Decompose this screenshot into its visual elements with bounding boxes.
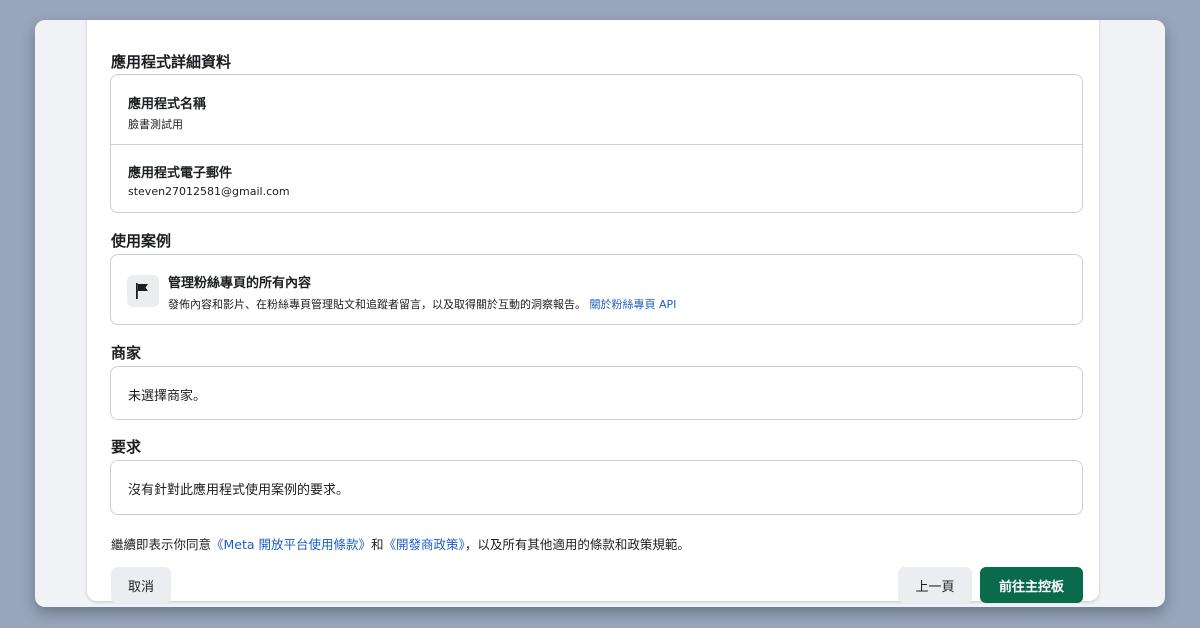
back-button[interactable]: 上一頁	[898, 567, 972, 603]
app-name-label: 應用程式名稱	[128, 97, 207, 112]
use-case-card: 管理粉絲專頁的所有內容 發佈內容和影片、在粉絲專頁管理貼文和追蹤者留言，以及取得…	[110, 254, 1083, 325]
app-name-value: 臉書測試用	[128, 118, 183, 131]
business-title: 商家	[111, 344, 142, 362]
review-panel: 應用程式詳細資料 應用程式名稱 臉書測試用 應用程式電子郵件 steven270…	[87, 20, 1099, 603]
developer-policies-link[interactable]: 《開發商政策》	[384, 537, 465, 552]
business-card: 未選擇商家。	[110, 366, 1083, 420]
platform-terms-link[interactable]: 《Meta 開放平台使用條款》	[211, 537, 371, 552]
use-cases-title: 使用案例	[111, 232, 172, 250]
cancel-button[interactable]: 取消	[111, 567, 171, 603]
use-case-description-text: 發佈內容和影片、在粉絲專頁管理貼文和追蹤者留言，以及取得關於互動的洞察報告。	[168, 298, 586, 311]
pages-api-link[interactable]: 關於粉絲專頁 API	[590, 298, 677, 311]
app-details-card: 應用程式名稱 臉書測試用 應用程式電子郵件 steven27012581@gma…	[110, 74, 1083, 213]
flag-icon	[127, 275, 159, 307]
go-to-dashboard-button[interactable]: 前往主控板	[980, 567, 1083, 603]
use-case-title: 管理粉絲專頁的所有內容	[168, 276, 312, 291]
terms-middle: 和	[371, 537, 384, 552]
dialog-window: 應用程式詳細資料 應用程式名稱 臉書測試用 應用程式電子郵件 steven270…	[35, 20, 1165, 607]
app-name-row: 應用程式名稱 臉書測試用	[111, 93, 1082, 132]
card-divider	[111, 144, 1082, 145]
terms-prefix: 繼續即表示你同意	[111, 537, 212, 552]
app-details-title: 應用程式詳細資料	[111, 53, 232, 71]
requirements-title: 要求	[111, 438, 142, 456]
app-email-value: steven27012581@gmail.com	[128, 185, 290, 198]
business-value: 未選擇商家。	[128, 389, 207, 404]
requirements-value: 沒有針對此應用程式使用案例的要求。	[128, 483, 350, 498]
app-email-label: 應用程式電子郵件	[128, 166, 233, 181]
terms-suffix: ，以及所有其他適用的條款和政策規範。	[464, 537, 690, 552]
use-case-description: 發佈內容和影片、在粉絲專頁管理貼文和追蹤者留言，以及取得關於互動的洞察報告。 關…	[168, 296, 676, 312]
terms-notice: 繼續即表示你同意《Meta 開放平台使用條款》和《開發商政策》，以及所有其他適用…	[111, 534, 690, 553]
requirements-card: 沒有針對此應用程式使用案例的要求。	[110, 460, 1083, 515]
app-email-row: 應用程式電子郵件 steven27012581@gmail.com	[111, 162, 1082, 198]
use-case-text: 管理粉絲專頁的所有內容 發佈內容和影片、在粉絲專頁管理貼文和追蹤者留言，以及取得…	[168, 272, 676, 312]
